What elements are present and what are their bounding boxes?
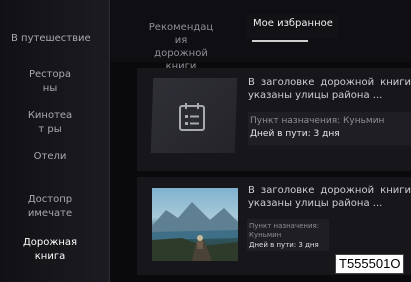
sidebar-item-label: Кинотеат ры [27,110,73,135]
card-days: Дней в пути: 3 дня [250,129,340,139]
watermark-code: T555501O [335,254,405,274]
sidebar-item-road-book[interactable]: Дорожная книга [0,236,100,264]
tab-recommendations[interactable]: Рекомендац ия дорожной книги [148,21,214,73]
tab-favorites[interactable]: Мое избранное [247,14,339,38]
sidebar-item-cinemas[interactable]: Кинотеат ры [0,109,100,137]
sidebar: В путешествие Ресторa ны Кинотеат ры Оте… [0,0,110,282]
sidebar-item-travel[interactable]: В путешествие [11,32,109,46]
card-title: В заголовке дорожной книги указаны улицы… [248,77,411,101]
sidebar-item-label: Ресторa ны [28,69,72,94]
card-title: В заголовке дорожной книги указаны улицы… [248,185,411,209]
notes-icon [179,103,205,131]
sidebar-item-label: Достопр имечате [27,194,73,219]
sidebar-item-hotels[interactable]: Отели [0,150,100,164]
landscape-photo-art [152,202,238,261]
card-destination: Пункт назначения: Куньмин [250,116,385,126]
card-destination: Пункт назначения: Куньмин [249,222,320,239]
card-info: Пункт назначения: Куньмин Дней в пути: 3… [247,219,329,251]
card-days: Дней в пути: 3 дня [249,241,319,249]
sidebar-item-label: Дорожная книга [22,237,78,262]
card-info: Пункт назначения: Куньмин Дней в пути: 3… [248,112,411,145]
sidebar-item-restaurants[interactable]: Ресторa ны [0,68,100,96]
active-tab-indicator [252,40,308,42]
sidebar-item-sights[interactable]: Достопр имечате [0,193,100,221]
landscape-photo [152,188,238,261]
